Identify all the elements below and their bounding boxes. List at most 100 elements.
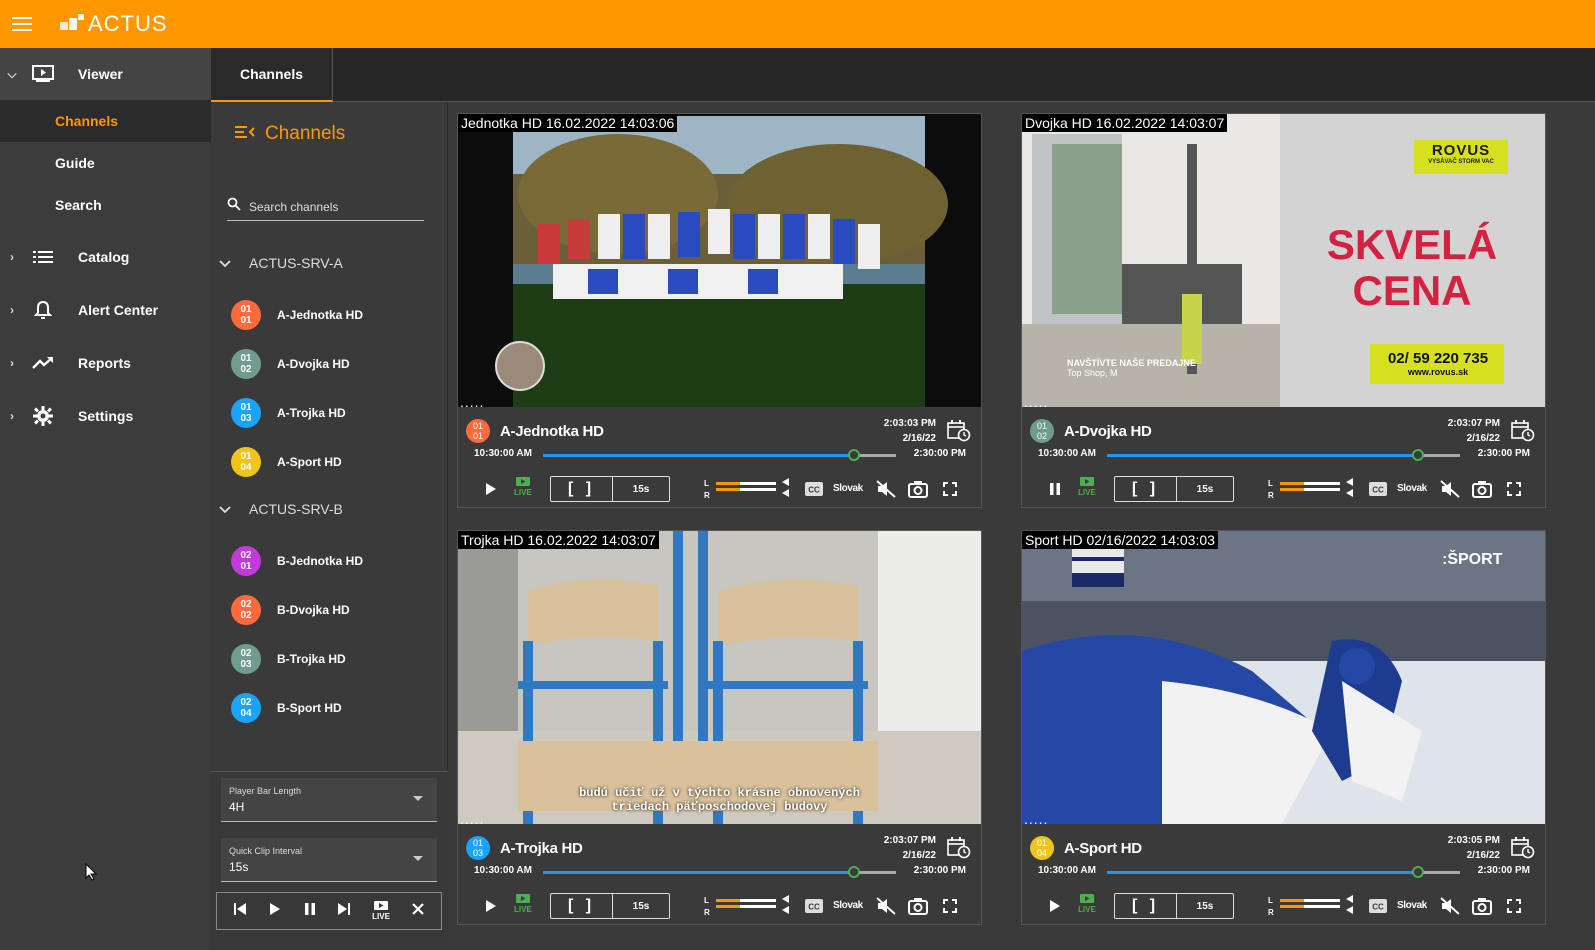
audio-language[interactable]: Slovak — [1397, 483, 1427, 494]
audio-language[interactable]: Slovak — [833, 900, 863, 911]
channel-item[interactable]: 02 02 B-Dvojka HD — [231, 593, 350, 627]
volume-icon[interactable] — [780, 477, 790, 504]
fullscreen-icon[interactable] — [1507, 899, 1521, 918]
nav-reports[interactable]: › Reports — [0, 336, 211, 389]
pause-icon[interactable] — [1048, 482, 1062, 501]
quick-clip-interval-select[interactable]: Quick Clip Interval 15s — [221, 838, 437, 882]
quick-clip-button[interactable]: 15s — [613, 484, 669, 495]
mute-icon[interactable] — [1440, 897, 1460, 920]
bell-icon — [24, 300, 62, 320]
timeline-handle[interactable] — [1411, 866, 1424, 878]
quick-clip-button[interactable]: 15s — [613, 901, 669, 912]
timeline-track[interactable] — [1107, 866, 1460, 878]
calendar-clock-icon[interactable] — [947, 837, 971, 864]
clip-brackets-button[interactable]: [ ] — [1115, 477, 1177, 501]
video-player[interactable]: Trojka HD 16.02.2022 14:03:07 budú učiť … — [457, 530, 982, 925]
audio-language[interactable]: Slovak — [1397, 900, 1427, 911]
fullscreen-icon[interactable] — [943, 482, 957, 501]
close-icon[interactable] — [411, 902, 425, 921]
nav-guide[interactable]: Guide — [0, 142, 211, 184]
channel-item[interactable]: 01 03 A-Trojka HD — [231, 396, 346, 430]
camera-icon[interactable] — [908, 897, 928, 920]
play-icon[interactable] — [484, 482, 498, 501]
closed-captions-icon[interactable]: CC — [1369, 899, 1387, 918]
app-logo[interactable]: ACTUS — [60, 11, 168, 37]
clip-brackets-button[interactable]: [ ] — [551, 894, 613, 918]
timeline-progress — [1107, 454, 1418, 457]
quick-clip-button[interactable]: 15s — [1177, 484, 1233, 495]
camera-icon[interactable] — [908, 480, 928, 503]
closed-captions-icon[interactable]: CC — [1369, 482, 1387, 501]
video-player[interactable]: Jednotka HD 16.02.2022 14:03:06 ..... 01… — [457, 113, 982, 508]
video-frame[interactable]: Trojka HD 16.02.2022 14:03:07 budú učiť … — [458, 531, 981, 824]
timeline-track[interactable] — [1107, 449, 1460, 461]
video-player[interactable]: Sport HD 02/16/2022 14:03:03 :ŠPORT ....… — [1021, 530, 1546, 925]
timeline-handle[interactable] — [1411, 449, 1424, 461]
channel-item[interactable]: 02 01 B-Jednotka HD — [231, 544, 363, 578]
group-actus-srv-b[interactable]: ACTUS-SRV-B — [219, 501, 343, 517]
go-live-button[interactable]: LIVE — [514, 477, 532, 497]
video-frame[interactable]: Jednotka HD 16.02.2022 14:03:06 ..... — [458, 114, 981, 407]
search-field[interactable] — [227, 193, 424, 221]
video-frame[interactable]: Sport HD 02/16/2022 14:03:03 :ŠPORT ....… — [1022, 531, 1545, 824]
channel-item[interactable]: 01 04 A-Sport HD — [231, 445, 342, 479]
channel-item[interactable]: 02 04 B-Sport HD — [231, 691, 342, 725]
quick-clip-button[interactable]: 15s — [1177, 901, 1233, 912]
skip-next-icon[interactable] — [337, 902, 351, 921]
nav-viewer[interactable]: ⌵ Viewer — [0, 48, 211, 100]
fullscreen-icon[interactable] — [943, 899, 957, 918]
mute-icon[interactable] — [1440, 480, 1460, 503]
timeline-track[interactable] — [543, 449, 896, 461]
clip-control[interactable]: [ ] 15s — [550, 893, 670, 919]
timeline-handle[interactable] — [847, 866, 860, 878]
menu-icon[interactable] — [2, 0, 42, 48]
clip-control[interactable]: [ ] 15s — [1114, 476, 1234, 502]
mute-icon[interactable] — [876, 480, 896, 503]
fullscreen-icon[interactable] — [1507, 482, 1521, 501]
camera-icon[interactable] — [1472, 897, 1492, 920]
timeline-handle[interactable] — [847, 449, 860, 461]
audio-language[interactable]: Slovak — [833, 483, 863, 494]
channel-item[interactable]: 02 03 B-Trojka HD — [231, 642, 346, 676]
pause-icon[interactable] — [303, 902, 317, 921]
search-input[interactable] — [249, 199, 419, 214]
nav-channels[interactable]: Channels — [0, 100, 211, 142]
player-bar-length-select[interactable]: Player Bar Length 4H — [221, 778, 437, 822]
volume-icon[interactable] — [1344, 894, 1354, 921]
collapse-menu-icon[interactable] — [235, 123, 255, 145]
calendar-clock-icon[interactable] — [947, 420, 971, 447]
nav-settings[interactable]: › Settings — [0, 389, 211, 442]
go-live-button[interactable]: LIVE — [372, 901, 390, 921]
closed-captions-icon[interactable]: CC — [805, 899, 823, 918]
group-actus-srv-a[interactable]: ACTUS-SRV-A — [219, 255, 343, 271]
nav-catalog[interactable]: › Catalog — [0, 230, 211, 283]
mute-icon[interactable] — [876, 897, 896, 920]
calendar-clock-icon[interactable] — [1511, 420, 1535, 447]
calendar-clock-icon[interactable] — [1511, 837, 1535, 864]
go-live-button[interactable]: LIVE — [1078, 894, 1096, 914]
nav-search[interactable]: Search — [0, 184, 211, 226]
camera-icon[interactable] — [1472, 480, 1492, 503]
nav-alert-center[interactable]: › Alert Center — [0, 283, 211, 336]
go-live-button[interactable]: LIVE — [1078, 477, 1096, 497]
volume-icon[interactable] — [1344, 477, 1354, 504]
closed-captions-icon[interactable]: CC — [805, 482, 823, 501]
clip-control[interactable]: [ ] 15s — [550, 476, 670, 502]
channel-item[interactable]: 01 02 A-Dvojka HD — [231, 347, 350, 381]
go-live-button[interactable]: LIVE — [514, 894, 532, 914]
video-player[interactable]: Dvojka HD 16.02.2022 14:03:07 ROVUS VYSÁ… — [1021, 113, 1546, 508]
play-icon[interactable] — [268, 902, 282, 921]
timeline-track[interactable] — [543, 866, 896, 878]
clip-brackets-button[interactable]: [ ] — [551, 477, 613, 501]
video-frame[interactable]: Dvojka HD 16.02.2022 14:03:07 ROVUS VYSÁ… — [1022, 114, 1545, 407]
skip-previous-icon[interactable] — [233, 902, 247, 921]
play-icon[interactable] — [484, 899, 498, 918]
more-dots: ..... — [1024, 811, 1049, 824]
clip-brackets-button[interactable]: [ ] — [1115, 894, 1177, 918]
volume-icon[interactable] — [780, 894, 790, 921]
audio-channel-labels: LR — [704, 896, 710, 917]
channel-item[interactable]: 01 01 A-Jednotka HD — [231, 298, 363, 332]
tab-channels[interactable]: Channels — [211, 48, 333, 102]
clip-control[interactable]: [ ] 15s — [1114, 893, 1234, 919]
play-icon[interactable] — [1048, 899, 1062, 918]
